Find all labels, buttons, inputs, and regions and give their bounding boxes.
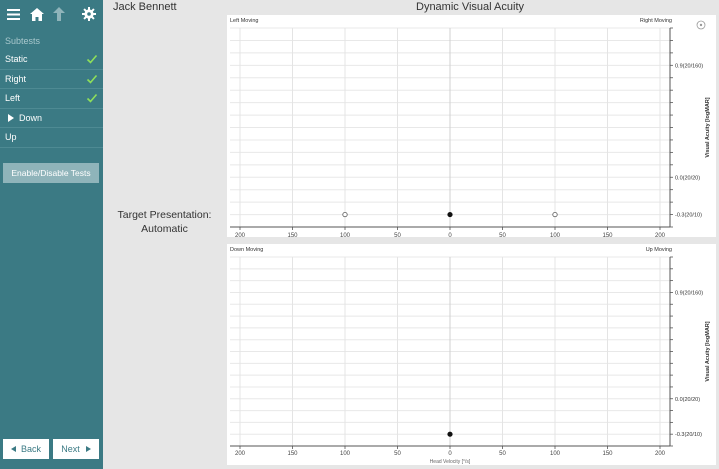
y-tick-label: 0.0(20/20) [675, 175, 700, 181]
x-tick-label: 50 [499, 233, 506, 237]
x-tick-label: 50 [394, 233, 401, 237]
home-icon[interactable] [29, 6, 45, 22]
subtests-section-label: Subtests [5, 36, 41, 46]
next-button[interactable]: Next [53, 439, 99, 459]
x-tick-label: 50 [394, 451, 401, 457]
right-direction-label: Up Moving [646, 247, 672, 253]
menu-icon[interactable] [6, 6, 22, 22]
data-point [447, 431, 453, 437]
y-axis-label: Visual Acuity [logMAR] [705, 321, 711, 381]
x-tick-label: 200 [655, 233, 666, 237]
info-icon [696, 20, 706, 30]
subtest-label: Up [5, 132, 17, 143]
subtest-label: Right [5, 73, 27, 84]
data-point [342, 211, 348, 218]
back-arrow-icon [10, 446, 16, 452]
data-point [552, 211, 558, 218]
vertical-dva-chart: 200 150 100 50 0 50 100 150 200 Head Velocity [°/… [227, 244, 716, 465]
subtest-item-down[interactable]: Down [0, 109, 103, 128]
x-tick-label: 50 [499, 451, 506, 457]
page-title: Dynamic Visual Acuity [416, 1, 525, 13]
y-axis-label: Visual Acuity [logMAR] [705, 97, 711, 157]
x-tick-label: 100 [340, 451, 351, 457]
up-arrow-icon[interactable] [52, 6, 68, 22]
x-tick-label: 100 [550, 451, 561, 457]
left-direction-label: Left Moving [230, 18, 258, 24]
next-button-label: Next [61, 444, 80, 454]
next-arrow-icon [85, 446, 91, 452]
horizontal-dva-plot: 20015010050050100150200Head Velocity [°/… [230, 18, 711, 237]
y-tick-label: 0.9(20/160) [675, 63, 703, 69]
x-tick-label: 100 [340, 233, 351, 237]
data-point [447, 211, 453, 218]
subtest-item-right[interactable]: Right [0, 70, 103, 89]
y-tick-label: -0.3(20/10) [675, 432, 702, 438]
x-tick-label: 0 [448, 451, 452, 457]
right-direction-label: Right Moving [640, 18, 672, 24]
subtest-label: Down [19, 112, 43, 123]
x-tick-label: 200 [655, 451, 666, 457]
sidebar-toolbar [0, 0, 103, 28]
x-tick-label: 150 [287, 233, 298, 237]
y-tick-label: 0.0(20/20) [675, 397, 700, 403]
checkmark-icon [86, 74, 98, 84]
back-button-label: Back [20, 444, 41, 454]
subtest-label: Static [5, 54, 28, 65]
checkmark-icon [86, 55, 98, 64]
subtest-item-left[interactable]: Left [0, 89, 103, 109]
x-tick-label: 200 [235, 451, 246, 457]
play-icon [8, 113, 14, 122]
sidebar: Subtests Static Right Left Down Up Enabl… [0, 0, 103, 469]
left-direction-label: Down Moving [230, 247, 263, 253]
gear-icon[interactable] [81, 6, 97, 22]
info-icon-dot [699, 23, 703, 27]
target-presentation-value: Automatic [141, 223, 188, 235]
vertical-dva-plot: 200 150 100 50 0 50 100 150 200 Head Velocity [°/… [230, 247, 711, 465]
x-tick-label: 150 [602, 451, 613, 457]
y-tick-label: -0.3(20/10) [675, 213, 702, 219]
subtest-item-static[interactable]: Static [0, 50, 103, 70]
checkmark-icon [86, 94, 98, 103]
target-presentation: Target Presentation: Automatic [112, 208, 217, 236]
y-tick-label: 0.9(20/160) [675, 290, 703, 296]
subtest-label: Left [5, 93, 21, 104]
back-button[interactable]: Back [3, 439, 49, 459]
x-tick-label: 150 [602, 233, 613, 237]
patient-name: Jack Bennett [113, 1, 177, 13]
x-tick-label: 150 [287, 451, 298, 457]
x-tick-label: 0 [448, 233, 452, 237]
target-presentation-label: Target Presentation: [117, 209, 212, 221]
x-tick-label: 100 [550, 233, 561, 237]
app-window: Subtests Static Right Left Down Up Enabl… [0, 0, 719, 469]
enable-disable-tests-button[interactable]: Enable/Disable Tests [3, 163, 99, 183]
horizontal-dva-chart: 20015010050050100150200Head Velocity [°/… [227, 15, 716, 237]
x-axis-label: Head Velocity [°/s] [430, 459, 471, 465]
x-tick-label: 200 [235, 233, 246, 237]
subtest-item-up[interactable]: Up [0, 128, 103, 148]
